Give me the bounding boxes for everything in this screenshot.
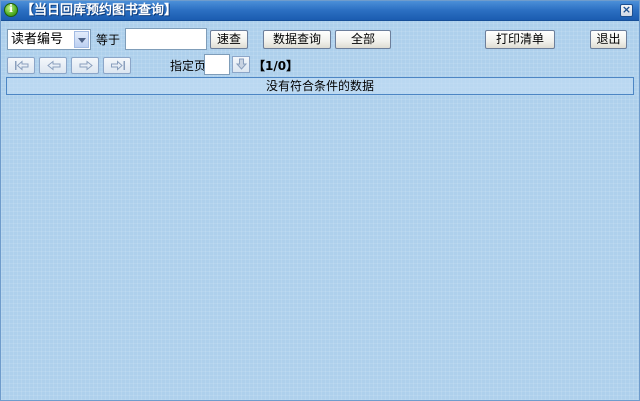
operator-label: 等于 [96, 33, 121, 47]
data-query-button[interactable]: 数据查询 [263, 30, 331, 49]
last-page-button[interactable] [103, 57, 131, 74]
window-title: 【当日回库预约图书查询】 [21, 3, 178, 18]
search-field-value: 读者编号 [11, 32, 64, 47]
dialog-window: i 【当日回库预约图书查询】 × 读者编号 等于 速查 数据查询 全部 打印清单… [0, 0, 640, 401]
first-page-icon [15, 60, 29, 71]
quick-search-button[interactable]: 速查 [210, 30, 248, 49]
previous-page-button[interactable] [39, 57, 67, 74]
results-table: 没有符合条件的数据 [6, 77, 634, 95]
download-arrow-icon [235, 58, 248, 70]
chevron-down-icon[interactable] [74, 31, 89, 48]
search-toolbar: 读者编号 等于 速查 数据查询 全部 打印清单 退出 [1, 25, 639, 53]
exit-button[interactable]: 退出 [590, 30, 627, 49]
next-page-icon [79, 60, 93, 71]
show-all-button[interactable]: 全部 [335, 30, 391, 49]
goto-page-label: 指定页 [170, 59, 207, 73]
search-field-select[interactable]: 读者编号 [7, 29, 91, 50]
empty-results-message: 没有符合条件的数据 [265, 79, 374, 93]
print-list-button[interactable]: 打印清单 [485, 30, 555, 49]
first-page-button[interactable] [7, 57, 35, 74]
page-indicator: 【1/0】 [253, 59, 299, 73]
close-icon[interactable]: × [620, 4, 633, 17]
title-bar[interactable]: i 【当日回库预约图书查询】 × [1, 1, 639, 21]
goto-page-input[interactable] [204, 54, 230, 75]
info-icon: i [4, 3, 18, 17]
search-value-input[interactable] [125, 28, 207, 50]
goto-page-button[interactable] [232, 56, 250, 73]
previous-page-icon [47, 60, 61, 71]
last-page-icon [111, 60, 125, 71]
next-page-button[interactable] [71, 57, 99, 74]
